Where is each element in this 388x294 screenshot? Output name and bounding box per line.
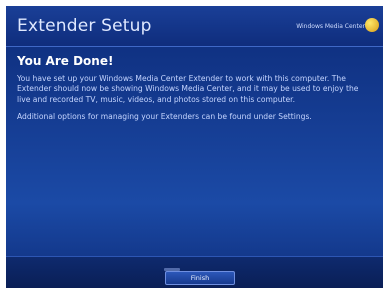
main-content: You Are Done! You have set up your Windo… [17,54,372,130]
page-title: Extender Setup [17,16,152,36]
settings-hint: Additional options for managing your Ext… [17,112,312,122]
completion-heading: You Are Done! [17,54,114,68]
title-bar: Extender Setup Windows Media Center [6,6,383,47]
setup-complete-description: You have set up your Windows Media Cente… [17,74,359,104]
finish-button[interactable]: Finish [165,271,235,285]
extender-setup-window: Extender Setup Windows Media Center You … [6,6,383,288]
windows-media-center-brand: Windows Media Center [296,23,365,30]
windows-logo-icon [365,18,379,32]
